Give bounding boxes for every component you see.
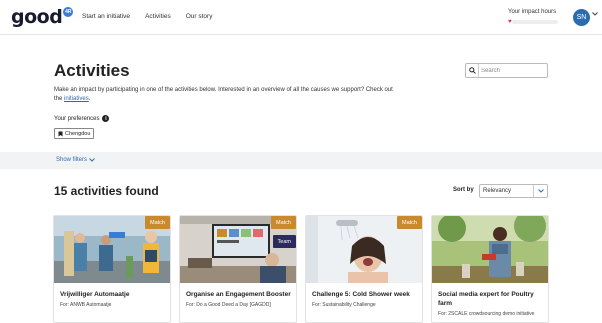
sort-select[interactable]: Relevancy bbox=[479, 184, 548, 198]
nav-start-initiative[interactable]: Start an initiative bbox=[82, 13, 130, 20]
filters-band: Show filters bbox=[0, 152, 602, 169]
main-nav: Start an initiative Activities Our story bbox=[82, 13, 212, 20]
logo[interactable]: good 4R bbox=[11, 6, 74, 28]
intro-text: Make an impact by participating in one o… bbox=[54, 86, 394, 104]
match-badge: Match bbox=[397, 216, 422, 229]
team-badge: Team bbox=[272, 235, 296, 248]
activity-card[interactable]: Match Challenge 5: Cold Shower week For:… bbox=[305, 215, 423, 323]
results-count: 15 activities found bbox=[54, 184, 159, 198]
activity-card[interactable]: Match Team Organise an Engagement Booste… bbox=[179, 215, 297, 323]
activity-initiative: For: Do a Good Deed a Day [GAGDD] bbox=[186, 302, 271, 308]
impact-hours[interactable]: Your impact hours ♥ bbox=[508, 9, 558, 25]
activity-title: Vrijwilliger Automaatje bbox=[60, 291, 130, 298]
activity-initiative: For: ANWB Automaatje bbox=[60, 302, 112, 308]
activity-card[interactable]: Match Vrijwilliger Automaatje For: ANWB … bbox=[53, 215, 171, 323]
activity-image bbox=[432, 216, 548, 283]
chevron-down-icon[interactable] bbox=[592, 12, 598, 18]
avatar[interactable]: SN bbox=[573, 9, 590, 26]
logo-text: good bbox=[11, 6, 63, 28]
match-badge: Match bbox=[145, 216, 170, 229]
intro-end: . bbox=[88, 96, 91, 102]
nav-our-story[interactable]: Our story bbox=[186, 13, 213, 20]
activity-initiative: For: 2SCALE crowdsourcing demo initiativ… bbox=[438, 311, 535, 317]
top-header: good 4R Start an initiative Activities O… bbox=[0, 0, 602, 35]
activity-card[interactable]: Social media expert for Poultry farm For… bbox=[431, 215, 549, 323]
impact-progress-bar bbox=[512, 20, 558, 24]
preference-chip[interactable]: Chengdou bbox=[54, 128, 95, 139]
show-filters-button[interactable]: Show filters bbox=[56, 157, 95, 163]
sort-value: Relevancy bbox=[483, 188, 512, 194]
match-badge: Match bbox=[271, 216, 296, 229]
bookmark-icon bbox=[58, 131, 63, 136]
preferences-heading: Your preferences i bbox=[54, 115, 110, 122]
activity-initiative: For: Sustainability Challenge bbox=[312, 302, 376, 308]
activity-title: Organise an Engagement Booster bbox=[186, 291, 291, 298]
show-filters-label: Show filters bbox=[56, 157, 88, 163]
logo-badge: 4R bbox=[63, 7, 74, 17]
nav-activities[interactable]: Activities bbox=[145, 13, 171, 20]
search-input[interactable] bbox=[481, 65, 545, 76]
activity-title: Challenge 5: Cold Shower week bbox=[312, 291, 410, 298]
search-icon[interactable] bbox=[466, 64, 479, 77]
chevron-down-icon bbox=[533, 185, 547, 197]
page-title: Activities bbox=[54, 61, 130, 80]
impact-hours-label: Your impact hours bbox=[508, 9, 557, 15]
sort-label: Sort by bbox=[453, 187, 474, 193]
info-icon[interactable]: i bbox=[102, 115, 110, 122]
preference-chip-label: Chengdou bbox=[65, 130, 91, 137]
activity-title: Social media expert for Poultry farm bbox=[438, 291, 534, 307]
preferences-label: Your preferences bbox=[54, 115, 100, 122]
search-box[interactable] bbox=[465, 63, 548, 78]
initiatives-link[interactable]: initiatives bbox=[64, 96, 89, 102]
intro-body: Make an impact by participating in one o… bbox=[54, 87, 393, 102]
chevron-down-icon bbox=[89, 158, 95, 162]
